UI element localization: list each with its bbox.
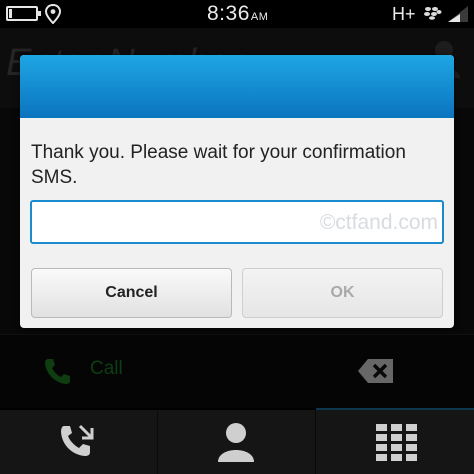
keypad-icon: [376, 424, 417, 461]
network-type: H+: [392, 4, 416, 24]
recent-calls-icon: [61, 424, 94, 456]
watermark: ©ctfand.com: [319, 211, 438, 234]
dialog-message: Thank you. Please wait for your confirma…: [31, 142, 406, 188]
dialog-header: [20, 55, 454, 118]
location-icon: [44, 4, 62, 24]
clock-time: 8:36: [207, 2, 250, 25]
ok-button[interactable]: OK: [242, 268, 443, 318]
clock-ampm: AM: [250, 11, 269, 23]
confirmation-dialog: Thank you. Please wait for your confirma…: [20, 55, 454, 328]
battery-level: [9, 9, 12, 18]
clock: 8:36AM: [207, 2, 268, 26]
sms-code-input[interactable]: ©ctfand.com: [30, 200, 444, 244]
battery-icon: [6, 6, 41, 21]
signal-icon: [448, 6, 468, 22]
contacts-icon: [218, 423, 254, 462]
blackberry-icon: [424, 7, 442, 20]
status-bar: 8:36AM H+: [0, 0, 474, 28]
cancel-button[interactable]: Cancel: [31, 268, 232, 318]
